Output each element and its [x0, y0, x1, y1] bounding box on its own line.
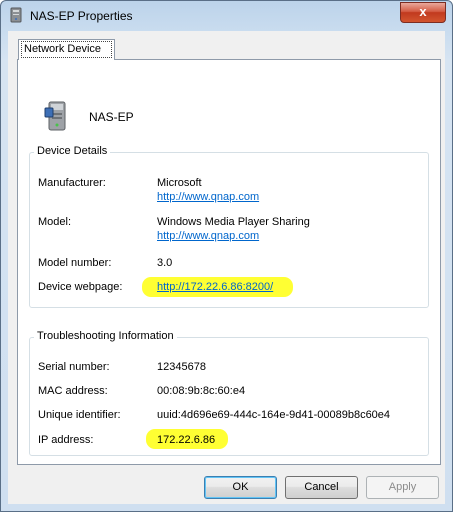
mac-address-label: MAC address: — [38, 385, 108, 397]
ip-address-value: 172.22.6.86 — [157, 434, 216, 446]
device-details-title: Device Details — [34, 145, 111, 157]
unique-identifier-label: Unique identifier: — [38, 409, 121, 421]
model-link[interactable]: http://www.qnap.com — [157, 230, 259, 242]
device-webpage-label: Device webpage: — [38, 281, 123, 293]
ip-address-label: IP address: — [38, 434, 94, 446]
model-number-value: 3.0 — [157, 257, 173, 269]
ok-button[interactable]: OK — [204, 476, 277, 499]
troubleshooting-title: Troubleshooting Information — [34, 330, 177, 342]
tab-network-device[interactable]: Network Device — [18, 39, 115, 60]
model-label: Model: — [38, 216, 72, 228]
serial-number-label: Serial number: — [38, 361, 110, 373]
manufacturer-value: Microsoft — [157, 177, 202, 189]
device-name: NAS-EP — [89, 110, 134, 124]
title-bar[interactable]: NAS-EP Properties x — [1, 1, 452, 31]
cancel-button[interactable]: Cancel — [285, 476, 358, 499]
manufacturer-label: Manufacturer: — [38, 177, 106, 189]
apply-button: Apply — [366, 476, 439, 499]
model-value: Windows Media Player Sharing — [157, 216, 310, 228]
unique-identifier-value: uuid:4d696e69-444c-164e-9d41-00089b8c60e… — [157, 409, 391, 421]
window-title: NAS-EP Properties — [30, 9, 133, 23]
mac-address-value: 00:08:9b:8c:60:e4 — [157, 385, 246, 397]
model-number-label: Model number: — [38, 257, 112, 269]
serial-number-value: 12345678 — [157, 361, 206, 373]
close-button[interactable]: x — [400, 2, 446, 23]
close-icon: x — [419, 4, 427, 19]
device-webpage-link[interactable]: http://172.22.6.86:8200/ — [157, 281, 273, 293]
device-details-group: Device Details Manufacturer: Microsoft h… — [29, 145, 429, 308]
tab-panel: NAS-EP Device Details Manufacturer: Micr… — [17, 59, 441, 465]
nas-device-icon — [44, 101, 66, 131]
manufacturer-link[interactable]: http://www.qnap.com — [157, 191, 259, 203]
troubleshooting-group: Troubleshooting Information Serial numbe… — [29, 330, 429, 456]
properties-window: NAS-EP Properties x Network Device NAS-E… — [0, 0, 453, 512]
nas-device-icon — [10, 7, 22, 23]
tab-label: Network Device — [24, 43, 102, 55]
dialog-client-area: Network Device NAS-EP Device Details Man… — [8, 31, 445, 504]
